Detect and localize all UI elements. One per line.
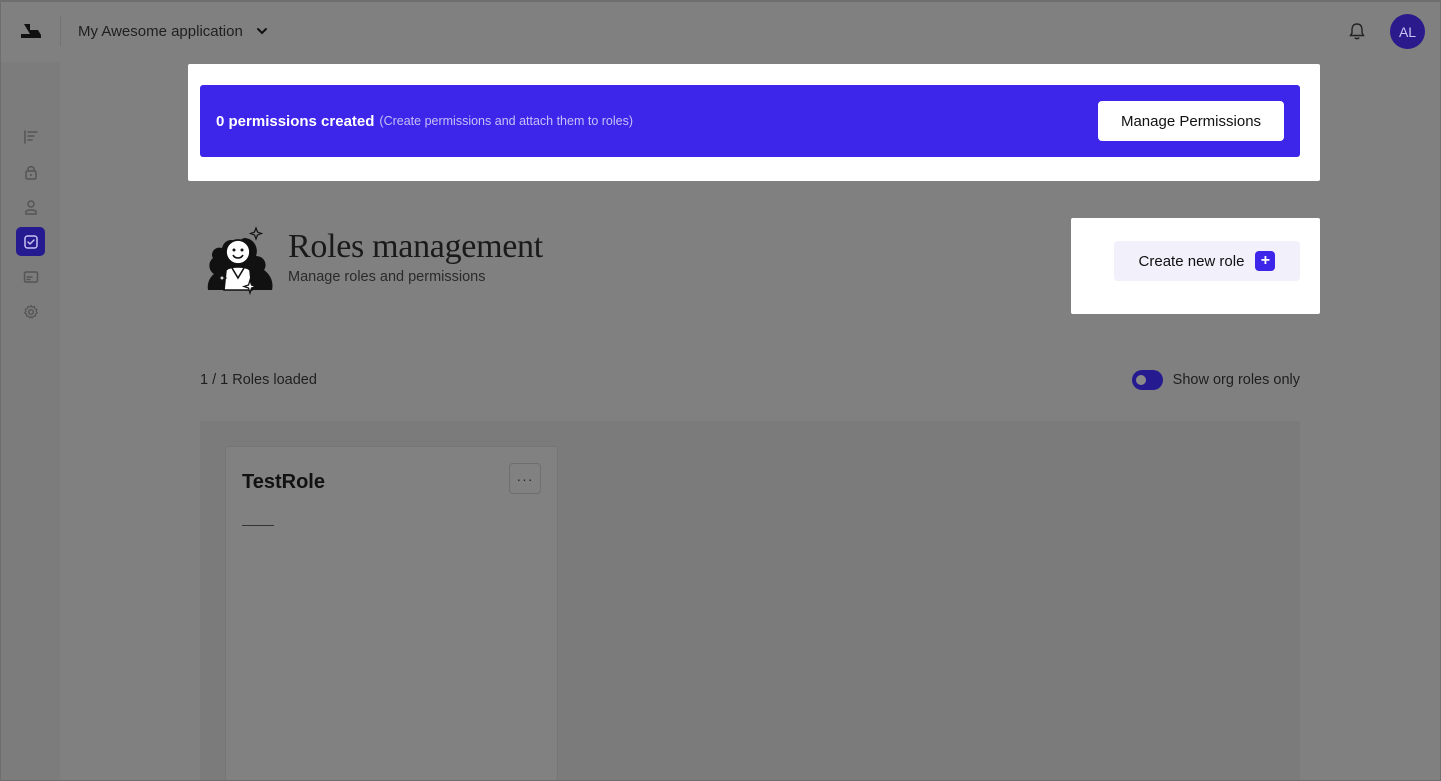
permissions-count: 0 permissions created xyxy=(216,112,375,130)
create-new-role-button[interactable]: Create new role + xyxy=(1114,241,1300,281)
top-divider xyxy=(60,16,61,46)
top-bar: My Awesome application AL xyxy=(0,0,1441,62)
org-roles-toggle-row[interactable]: Show org roles only xyxy=(1131,370,1300,390)
role-name: TestRole xyxy=(242,471,325,493)
sidebar-item-billing[interactable] xyxy=(16,262,45,291)
manage-permissions-button[interactable]: Manage Permissions xyxy=(1098,101,1284,141)
sidebar-item-users[interactable] xyxy=(16,192,45,221)
card-icon xyxy=(23,270,38,283)
app-name: My Awesome application xyxy=(78,22,243,40)
sidebar-item-lock[interactable] xyxy=(16,157,45,186)
create-role-label: Create new role xyxy=(1138,252,1245,270)
role-divider xyxy=(242,525,274,526)
permissions-hint: (Create permissions and attach them to r… xyxy=(379,114,634,128)
user-icon xyxy=(24,199,37,215)
roles-loaded-count: 1 / 1 Roles loaded xyxy=(200,372,317,388)
lock-icon xyxy=(24,165,37,180)
list-icon xyxy=(23,129,38,144)
bell-icon[interactable] xyxy=(1348,22,1366,41)
plus-icon: + xyxy=(1255,251,1276,271)
create-role-highlight: Create new role + xyxy=(1071,218,1320,314)
toggle-knob xyxy=(1135,375,1146,385)
role-card[interactable]: TestRole ··· xyxy=(225,446,558,781)
app-logo-icon[interactable] xyxy=(21,22,41,40)
sidebar-item-settings[interactable] xyxy=(16,297,45,326)
org-roles-toggle-label: Show org roles only xyxy=(1172,372,1300,388)
check-square-icon xyxy=(23,234,38,249)
app-switcher[interactable]: My Awesome application xyxy=(78,20,269,42)
chevron-down-icon xyxy=(256,28,267,35)
user-avatar[interactable]: AL xyxy=(1390,14,1425,49)
sidebar-item-roles[interactable] xyxy=(16,227,45,256)
sidebar-item-list[interactable] xyxy=(16,122,45,151)
page-title: Roles management xyxy=(288,228,543,265)
org-roles-toggle[interactable] xyxy=(1131,370,1163,390)
gear-icon xyxy=(23,304,38,319)
permissions-banner: 0 permissions created (Create permission… xyxy=(200,85,1300,157)
page-subtitle: Manage roles and permissions xyxy=(288,269,486,285)
role-more-button[interactable]: ··· xyxy=(509,463,541,494)
permissions-banner-highlight: 0 permissions created (Create permission… xyxy=(188,64,1320,181)
roles-illustration-icon xyxy=(207,226,273,296)
